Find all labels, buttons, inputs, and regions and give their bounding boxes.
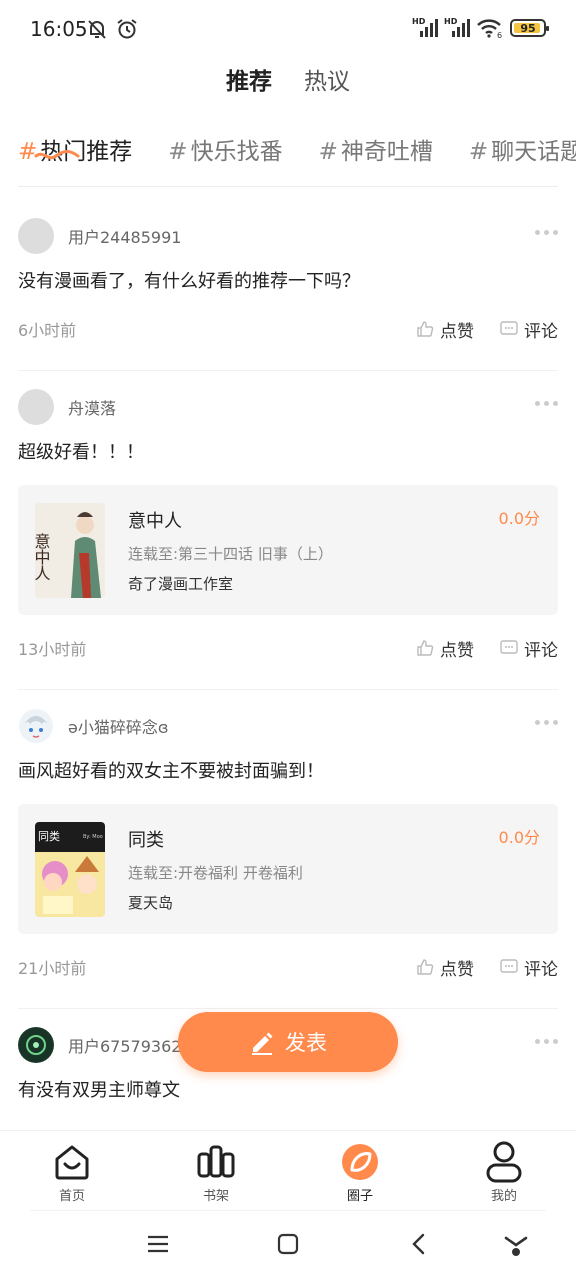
thumbs-up-icon [417,321,434,337]
post-text: 画风超好看的双女主不要被封面骗到！ [18,761,324,782]
comment-button[interactable]: 评论 [500,955,558,980]
avatar[interactable] [18,218,54,254]
book-card[interactable]: 意中人 意中人 连载至:第三十四话 旧事（上） 奇了漫画工作室 0.0分 [18,485,558,615]
avatar[interactable] [18,708,54,744]
bookshelf-icon [197,1145,235,1178]
book-update: 连载至:开卷福利 开卷福利 [128,864,303,882]
svg-text:6: 6 [497,31,502,39]
menu-icon[interactable] [146,1232,170,1256]
post-username[interactable]: ə小猫碎碎念ɞ [68,714,168,738]
post-feed[interactable]: 用户24485991 没有漫画看了，有什么好看的推荐一下吗？ 6小时前 点赞 评… [0,200,576,1130]
post-text: 没有漫画看了，有什么好看的推荐一下吗？ [18,271,360,292]
post-text: 超级好看！！！ [18,442,144,463]
mute-bell-icon [88,20,106,39]
comment-icon [500,321,518,335]
thumbs-up-icon [417,959,434,975]
comment-button[interactable]: 评论 [500,636,558,661]
avatar[interactable] [18,1027,54,1063]
tab-hot-discussion[interactable]: 热议 [302,62,352,102]
like-button[interactable]: 点赞 [416,317,474,342]
post-text: 有没有双男主师尊文 [18,1080,180,1101]
divider [18,186,558,187]
nav-bookshelf[interactable]: 书架 [144,1131,288,1210]
status-bar: 16:05 HD HD 6 95 [0,0,576,60]
home-icon [55,1145,89,1180]
more-options-icon[interactable] [535,1039,558,1044]
comment-icon [500,959,518,973]
assistant-icon[interactable] [504,1232,528,1258]
wifi-icon: 6 [477,19,502,39]
svg-text:By: Moo: By: Moo [83,834,103,840]
book-score: 0.0分 [498,509,540,528]
pen-icon [252,1032,273,1055]
topic-rant[interactable]: # 神奇吐槽 [319,132,433,172]
like-button[interactable]: 点赞 [416,955,474,980]
svg-text:意中人: 意中人 [35,532,51,581]
profile-icon [486,1141,522,1183]
post-item[interactable]: ə小猫碎碎念ɞ 画风超好看的双女主不要被封面骗到！ 同类 By: Moo 同类 [0,690,576,1009]
post-username[interactable]: 用户24485991 [68,224,181,248]
book-cover: 意中人 [35,503,105,598]
nav-home[interactable]: 首页 [0,1131,144,1210]
avatar[interactable] [18,389,54,425]
divider [30,1210,546,1211]
signal-icon: HD [444,17,470,39]
book-card[interactable]: 同类 By: Moo 同类 连载至:开卷福利 开卷福利 夏天岛 0.0分 [18,804,558,934]
publish-button[interactable]: 发表 [178,1012,398,1072]
book-title: 意中人 [128,511,182,532]
status-time: 16:05 [30,17,88,41]
back-icon[interactable] [408,1232,430,1256]
post-item[interactable]: 用户24485991 没有漫画看了，有什么好看的推荐一下吗？ 6小时前 点赞 评… [0,200,576,371]
nav-circle[interactable]: 圈子 [288,1131,432,1210]
like-button[interactable]: 点赞 [416,636,474,661]
signal-icon: HD [412,17,438,39]
post-time: 6小时前 [18,321,77,340]
bottom-nav: 首页 书架 圈子 我的 [0,1130,576,1210]
post-username[interactable]: 舟漠落 [68,395,116,419]
post-time: 13小时前 [18,640,87,659]
book-author: 奇了漫画工作室 [128,575,234,593]
nav-profile[interactable]: 我的 [432,1131,576,1210]
post-item[interactable]: 舟漠落 超级好看！！！ 意中人 意中人 连载至:第三十四话 旧事（上） 奇了漫画… [0,371,576,690]
more-options-icon[interactable] [535,401,558,406]
topic-chat[interactable]: # 聊天话题 [469,132,576,172]
topic-hot-recommend[interactable]: # 热门推荐 [18,132,132,172]
battery-icon: 95 [510,19,549,37]
alarm-icon [117,19,137,39]
topic-happy-anime[interactable]: # 快乐找番 [168,132,282,172]
top-tabs: 推荐 热议 [0,62,576,102]
status-icons-left [86,18,138,40]
status-icons-right: HD HD 6 95 [412,17,549,39]
tab-recommend[interactable]: 推荐 [222,62,276,102]
book-score: 0.0分 [498,828,540,847]
system-nav [0,1212,576,1280]
squiggle-underline-icon [34,150,80,160]
home-square-icon[interactable] [277,1232,299,1256]
book-cover: 同类 By: Moo [35,822,105,917]
svg-text:同类: 同类 [38,829,60,843]
book-author: 夏天岛 [128,894,174,912]
book-title: 同类 [128,830,164,851]
topic-row: # 热门推荐 # 快乐找番 # 神奇吐槽 # 聊天话题 [18,132,576,172]
more-options-icon[interactable] [535,720,558,725]
post-time: 21小时前 [18,959,87,978]
more-options-icon[interactable] [535,230,558,235]
comment-button[interactable]: 评论 [500,317,558,342]
thumbs-up-icon [417,640,434,656]
book-update: 连载至:第三十四话 旧事（上） [128,545,333,563]
comment-icon [500,640,518,654]
circle-icon [342,1144,378,1180]
post-username[interactable]: 用户67579362 [68,1033,181,1057]
